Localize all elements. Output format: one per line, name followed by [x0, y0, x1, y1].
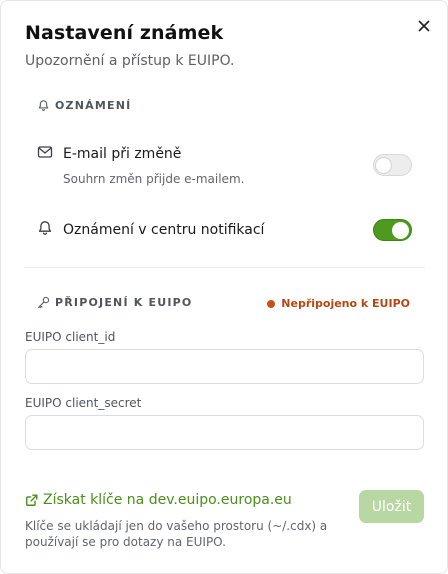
connection-status-text: Nepřipojeno k EUIPO — [281, 297, 410, 310]
toggle-knob — [375, 157, 392, 174]
toggle-knob — [392, 222, 409, 239]
close-icon — [418, 20, 430, 32]
connection-section-heading: PŘIPOJENÍ K EUIPO — [37, 296, 192, 309]
client-id-input[interactable] — [25, 349, 424, 384]
close-button[interactable] — [413, 15, 435, 37]
notifications-heading-label: OZNÁMENÍ — [55, 99, 132, 112]
get-keys-link-text: Získat klíče na dev.euipo.europa.eu — [43, 492, 292, 508]
notification-center-label: Oznámení v centru notifikací — [63, 222, 265, 238]
client-id-label: EUIPO client_id — [25, 330, 116, 344]
external-link-icon — [26, 494, 38, 506]
status-dot — [267, 299, 276, 308]
client-secret-label: EUIPO client_secret — [25, 396, 142, 410]
save-button[interactable]: Uložit — [359, 490, 424, 523]
connection-heading-label: PŘIPOJENÍ K EUIPO — [55, 296, 193, 309]
settings-dialog: Nastavení známek Upozornění a přístup k … — [0, 0, 448, 574]
storage-note: Klíče se ukládají jen do vašeho prostoru… — [25, 519, 328, 549]
notifications-section-heading: OZNÁMENÍ — [37, 99, 131, 112]
email-on-change-toggle[interactable] — [373, 154, 412, 176]
mail-icon — [37, 144, 53, 160]
bell-icon — [37, 99, 50, 112]
email-on-change-description: Souhrn změn přijde e-mailem. — [63, 172, 245, 186]
dialog-title: Nastavení známek — [25, 22, 224, 44]
section-divider — [25, 267, 425, 268]
bell-icon — [37, 220, 53, 236]
connection-status-badge: Nepřipojeno k EUIPO — [267, 297, 410, 310]
notification-center-toggle[interactable] — [373, 219, 412, 241]
email-on-change-label: E-mail při změně — [63, 146, 182, 162]
client-secret-input[interactable] — [25, 415, 424, 450]
get-keys-link[interactable]: Získat klíče na dev.euipo.europa.eu — [25, 492, 292, 508]
key-icon — [37, 296, 50, 309]
dialog-subtitle: Upozornění a přístup k EUIPO. — [25, 53, 235, 69]
